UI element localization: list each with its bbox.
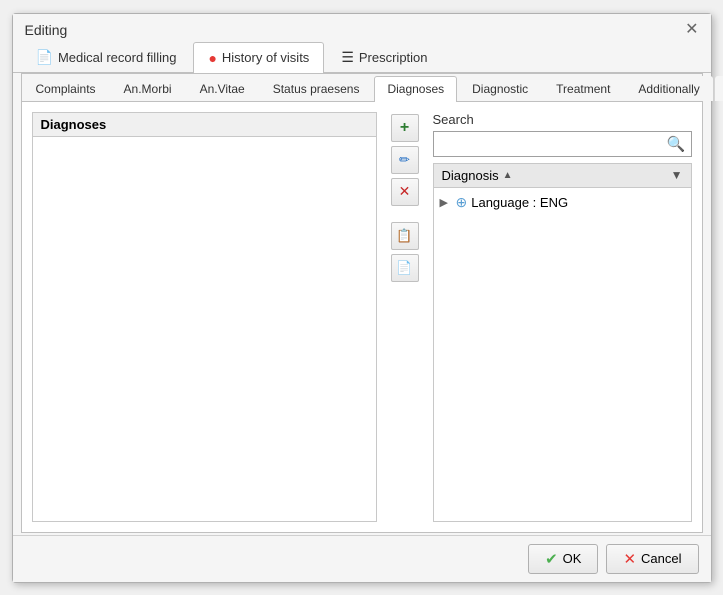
tree-body: ▶ ⊕ Language : ENG: [434, 188, 691, 521]
prescription-icon: ☰: [341, 49, 354, 66]
search-label: Search: [433, 112, 692, 127]
subtab-status-praesens[interactable]: Status praesens: [260, 76, 373, 101]
tab-medical-record-label: Medical record filling: [58, 50, 177, 65]
ok-icon: ✔: [545, 550, 558, 568]
delete-icon: ✕: [399, 183, 411, 200]
subtab-an-morbi[interactable]: An.Morbi: [111, 76, 185, 101]
diagnosis-tree: Diagnosis ▲ ▼ ▶ ⊕ Language : ENG: [433, 163, 692, 522]
subtab-diagnoses[interactable]: Diagnoses: [374, 76, 457, 102]
ok-label: OK: [563, 551, 582, 566]
bottom-bar: ✔ OK ✕ Cancel: [13, 535, 711, 582]
main-panel: Diagnoses + ✏ ✕ 📋 📄: [22, 102, 702, 532]
search-icon: 🔍: [667, 136, 686, 153]
tab-history-label: History of visits: [222, 50, 309, 65]
search-panel: Search 🔍 Diagnosis ▲: [433, 112, 692, 522]
close-button[interactable]: ✕: [685, 22, 698, 38]
edit-icon: ✏: [399, 152, 410, 168]
expand-icon: ▶: [440, 196, 452, 209]
tab-medical-record[interactable]: 📄 Medical record filling: [21, 42, 192, 72]
history-icon: ●: [208, 50, 216, 66]
top-tab-bar: 📄 Medical record filling ● History of vi…: [13, 42, 711, 73]
search-row: Search 🔍: [433, 112, 692, 157]
copy-icon: 📋: [396, 228, 412, 244]
tab-prescription-label: Prescription: [359, 50, 428, 65]
add-button[interactable]: +: [391, 114, 419, 142]
search-input-wrap: 🔍: [433, 131, 692, 157]
diagnoses-list-panel: Diagnoses: [32, 112, 377, 522]
tree-header-label: Diagnosis: [442, 168, 499, 183]
subtab-additionally[interactable]: Additionally: [625, 76, 712, 101]
search-button[interactable]: 🔍: [662, 133, 691, 155]
editing-dialog: Editing ✕ 📄 Medical record filling ● His…: [12, 13, 712, 583]
copy-to-button[interactable]: 📋: [391, 222, 419, 250]
tab-prescription[interactable]: ☰ Prescription: [326, 42, 442, 72]
diagnoses-list-body: [33, 137, 376, 521]
delete-button[interactable]: ✕: [391, 178, 419, 206]
dialog-title: Editing: [25, 22, 68, 38]
cancel-icon: ✕: [623, 550, 636, 568]
paste-icon: 📄: [396, 260, 412, 276]
subtab-complaints[interactable]: Complaints: [23, 76, 109, 101]
paste-from-button[interactable]: 📄: [391, 254, 419, 282]
ok-button[interactable]: ✔ OK: [528, 544, 598, 574]
subtab-treatment[interactable]: Treatment: [543, 76, 623, 101]
tree-node-label: Language : ENG: [471, 195, 568, 210]
edit-button[interactable]: ✏: [391, 146, 419, 174]
cancel-button[interactable]: ✕ Cancel: [606, 544, 698, 574]
node-icon: ⊕: [456, 194, 468, 211]
subtab-result[interactable]: Result: [715, 76, 723, 101]
sub-tab-bar: Complaints An.Morbi An.Vitae Status prae…: [22, 74, 702, 102]
medical-record-icon: 📄: [36, 49, 53, 66]
action-toolbar: + ✏ ✕ 📋 📄: [387, 114, 423, 522]
content-area: Complaints An.Morbi An.Vitae Status prae…: [21, 73, 703, 533]
tab-history-of-visits[interactable]: ● History of visits: [193, 42, 324, 73]
filter-icon[interactable]: ▼: [671, 168, 683, 182]
plus-icon: +: [400, 119, 409, 137]
tree-row-language[interactable]: ▶ ⊕ Language : ENG: [434, 190, 691, 215]
search-input[interactable]: [434, 134, 662, 153]
sort-icon: ▲: [503, 170, 513, 181]
tree-header: Diagnosis ▲ ▼: [434, 164, 691, 188]
diagnoses-list-header: Diagnoses: [33, 113, 376, 137]
subtab-an-vitae[interactable]: An.Vitae: [187, 76, 258, 101]
subtab-diagnostic[interactable]: Diagnostic: [459, 76, 541, 101]
title-bar: Editing ✕: [13, 14, 711, 42]
cancel-label: Cancel: [641, 551, 681, 566]
